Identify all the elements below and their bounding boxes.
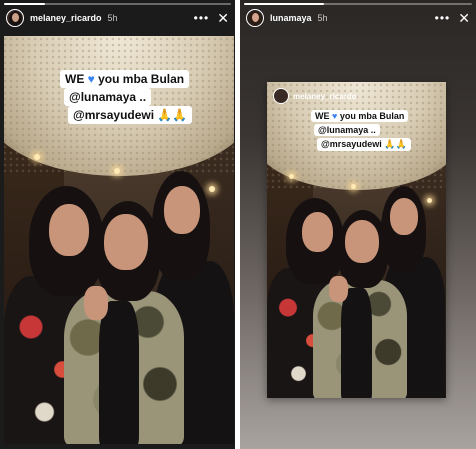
caption-line-3[interactable]: @mrsayudewi 🙏🙏: [68, 106, 193, 124]
story-progress-bar: [244, 3, 472, 5]
reshared-username[interactable]: melaney_ricardo: [293, 92, 357, 101]
story-progress-bar: [4, 3, 231, 5]
reshared-story-photo[interactable]: melaney_ricardo WE ♥ you mba Bulan @luna…: [267, 82, 446, 398]
story-username[interactable]: melaney_ricardo: [30, 13, 102, 23]
story-header: melaney_ricardo 5h ••• ✕: [6, 8, 229, 28]
caption-line-1: WE ♥ you mba Bulan: [311, 110, 409, 122]
story-timestamp: 5h: [107, 13, 118, 23]
story-panel-left[interactable]: melaney_ricardo 5h ••• ✕ WE ♥ you mba Bu…: [0, 0, 235, 449]
more-dots-icon[interactable]: •••: [194, 12, 210, 24]
story-username[interactable]: lunamaya: [270, 13, 312, 23]
blue-heart-icon: ♥: [87, 72, 95, 86]
more-dots-icon[interactable]: •••: [435, 12, 451, 24]
close-icon[interactable]: ✕: [217, 11, 229, 25]
close-icon[interactable]: ✕: [458, 11, 470, 25]
caption-line-1: WE ♥ you mba Bulan: [60, 70, 190, 88]
story-panel-right[interactable]: lunamaya 5h ••• ✕ melaney_ricardo WE ♥ y…: [240, 0, 476, 449]
story-progress-fill: [244, 3, 324, 5]
caption-line-2[interactable]: @lunamaya ..: [64, 88, 152, 106]
story-timestamp: 5h: [317, 13, 328, 23]
story-header: lunamaya 5h ••• ✕: [246, 8, 470, 28]
avatar[interactable]: [246, 9, 264, 27]
story-photo: WE ♥ you mba Bulan @lunamaya .. @mrsayud…: [4, 36, 234, 444]
caption-line-2[interactable]: @lunamaya ..: [314, 124, 380, 136]
reshared-avatar[interactable]: [273, 88, 289, 104]
story-progress-fill: [4, 3, 45, 5]
caption-line-3[interactable]: @mrsayudewi 🙏🙏: [317, 138, 411, 151]
avatar[interactable]: [6, 9, 24, 27]
